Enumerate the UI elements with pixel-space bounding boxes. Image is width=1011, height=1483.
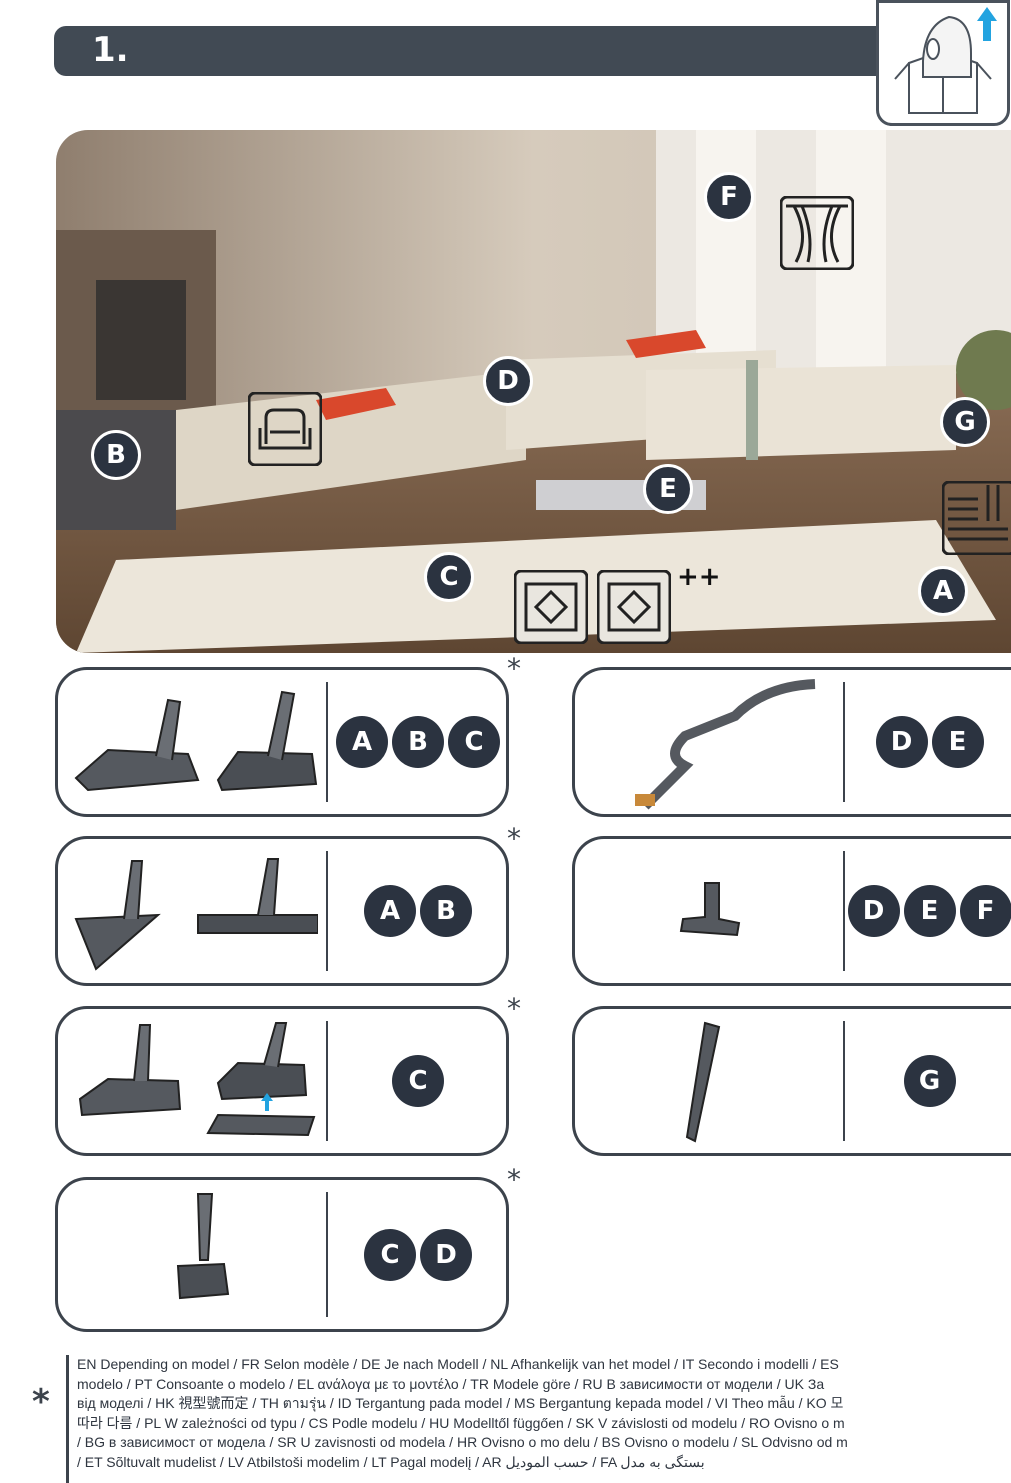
room-label-a: A bbox=[918, 566, 968, 616]
room-letter-group: D E bbox=[845, 670, 1011, 814]
disclaimer-line: / BG в зависимост от модела / SR U zavis… bbox=[77, 1434, 848, 1450]
turbo-brush-icon bbox=[78, 1022, 316, 1137]
disclaimer-line: / ET Sõltuvalt mudelist / LV Atbilstoši … bbox=[77, 1453, 705, 1470]
model-asterisk: * bbox=[507, 652, 521, 685]
thick-carpet-icon bbox=[597, 570, 671, 644]
disclaimer-line: EN Depending on model / FR Selon modèle … bbox=[77, 1356, 839, 1372]
room-label-b: B bbox=[91, 430, 141, 480]
curtains-icon bbox=[780, 196, 854, 270]
accessory-panel-floor-nozzles: A B C bbox=[55, 667, 509, 817]
parquet-floor-icon bbox=[942, 481, 1011, 555]
crevice-tool-icon bbox=[685, 1021, 721, 1143]
disclaimer-line: modelo / PT Consoante o modelo / EL ανάλ… bbox=[77, 1375, 825, 1392]
room-letter-group: C D bbox=[328, 1180, 508, 1329]
letter-d: D bbox=[420, 1228, 472, 1281]
disclaimer-line: від моделі / HK 視型號而定 / TH ตามรุ่น / ID … bbox=[77, 1395, 844, 1411]
room-letter-group: A B bbox=[328, 839, 508, 983]
parquet-nozzle-icon bbox=[74, 858, 318, 971]
disclaimer-line: 따라 다름 / PL W zależności od typu / CS Pod… bbox=[77, 1414, 845, 1431]
carpet-plus-label: ++ bbox=[677, 562, 721, 592]
accessory-panel-handle: D E bbox=[572, 667, 1011, 817]
model-disclaimer-text: EN Depending on model / FR Selon modèle … bbox=[66, 1355, 1011, 1483]
letter-e: E bbox=[931, 716, 984, 768]
letter-d: D bbox=[847, 885, 900, 937]
upholstery-tool-icon bbox=[679, 882, 741, 937]
unbox-icon bbox=[876, 0, 1010, 126]
model-asterisk: * bbox=[507, 992, 521, 1025]
armchair-icon bbox=[248, 392, 322, 466]
footnote-asterisk: * bbox=[32, 1382, 50, 1422]
letter-c: C bbox=[364, 1228, 416, 1281]
room-label-f: F bbox=[704, 172, 754, 222]
letter-c: C bbox=[448, 716, 500, 768]
mini-turbo-brush-icon bbox=[176, 1193, 230, 1300]
letter-a: A bbox=[336, 716, 388, 768]
letter-e: E bbox=[903, 885, 956, 937]
room-label-c: C bbox=[424, 552, 474, 602]
room-label-e: E bbox=[643, 464, 693, 514]
accessory-panel-mini-turbo: C D bbox=[55, 1177, 509, 1332]
letter-b: B bbox=[392, 716, 444, 768]
room-label-d: D bbox=[483, 356, 533, 406]
carpet-icon bbox=[514, 570, 588, 644]
model-asterisk: * bbox=[507, 1163, 521, 1196]
letter-c: C bbox=[392, 1055, 444, 1107]
letter-a: A bbox=[364, 885, 416, 937]
accessory-panel-turbo-brush: C bbox=[55, 1006, 509, 1156]
letter-f: F bbox=[959, 885, 1011, 937]
room-letter-group: G bbox=[845, 1009, 1011, 1153]
floor-nozzle-icon bbox=[74, 690, 318, 792]
model-asterisk: * bbox=[507, 822, 521, 855]
letter-b: B bbox=[420, 885, 472, 937]
room-label-g: G bbox=[940, 397, 990, 447]
step-header-bar bbox=[54, 26, 944, 76]
letter-d: D bbox=[875, 716, 928, 768]
hose-handle-icon bbox=[635, 679, 816, 810]
accessory-panel-crevice: G bbox=[572, 1006, 1011, 1156]
letter-g: G bbox=[903, 1055, 956, 1107]
step-number: 1. bbox=[92, 30, 129, 70]
room-letter-group: C bbox=[328, 1009, 508, 1153]
accessory-panel-parquet-nozzles: A B bbox=[55, 836, 509, 986]
accessory-panel-upholstery: D E F bbox=[572, 836, 1011, 986]
room-letter-group: D E F bbox=[845, 839, 1011, 983]
room-letter-group: A B C bbox=[328, 670, 508, 814]
